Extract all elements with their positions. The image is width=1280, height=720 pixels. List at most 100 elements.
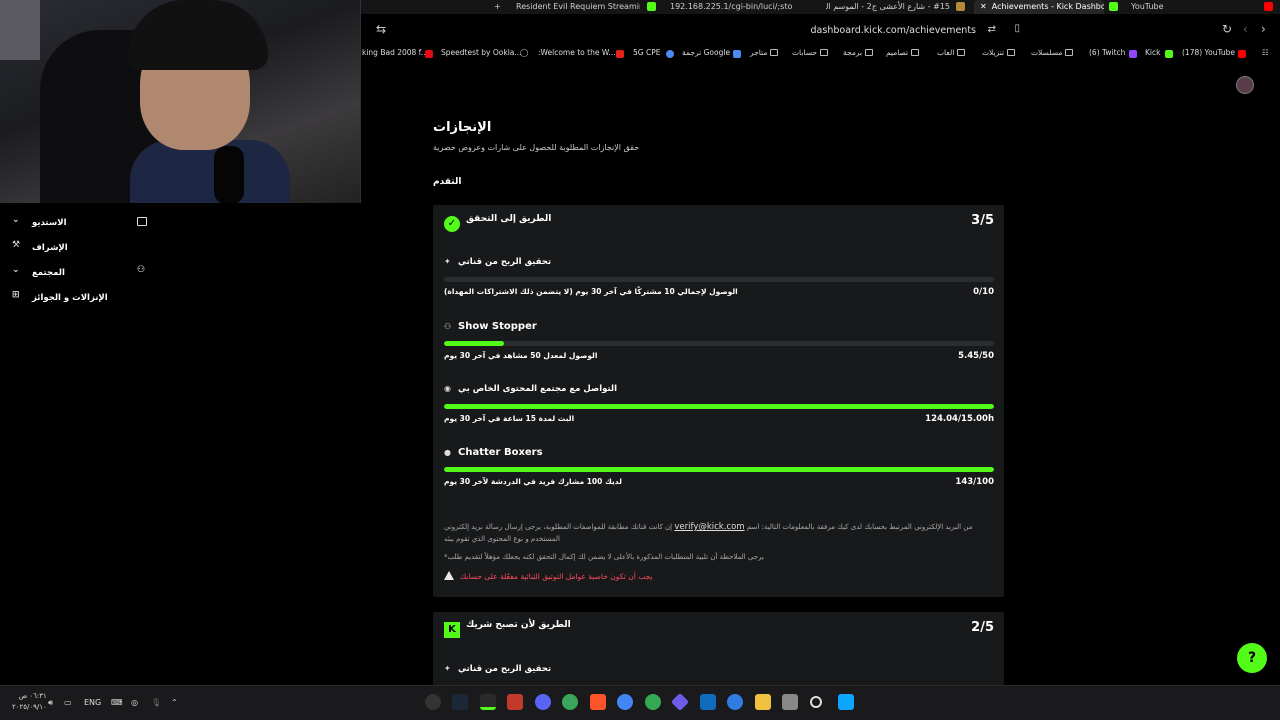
- google-icon: [666, 50, 674, 58]
- two-factor-warning: يجب أن تكون خاصية عوامل التوثيق الثنائية…: [444, 571, 652, 581]
- bookmark-item[interactable]: (178) YouTube: [1182, 48, 1235, 57]
- steam-icon[interactable]: [452, 694, 468, 710]
- card-count: 2/5: [971, 620, 994, 635]
- back-icon[interactable]: ›: [1261, 22, 1266, 36]
- bookmark-folder[interactable]: متاجر: [750, 48, 779, 57]
- speaker-icon[interactable]: 🔊︎: [48, 698, 53, 708]
- progress-bar: [444, 467, 994, 472]
- achievement-desc: الوصول لإجمالي 10 مشتركًا في آخر 30 يوم …: [444, 287, 738, 296]
- tab-achievements[interactable]: ✕ Achievements - Kick Dashboard: [974, 0, 1104, 14]
- achievement-desc: الوصول لمعدل 50 مشاهد في آخر 30 يوم: [444, 351, 598, 360]
- search-icon[interactable]: [810, 696, 822, 708]
- cam-background-light: [0, 0, 40, 60]
- sidebar-item-studio[interactable]: ⌄ الاستديو: [0, 210, 160, 235]
- tray-overflow-icon[interactable]: ⌃: [171, 698, 178, 707]
- bookmark-item[interactable]: Speedtest by Ookla...: [441, 48, 522, 57]
- gift-icon: ⊞: [12, 290, 20, 300]
- all-bookmarks-icon[interactable]: ☷: [1262, 48, 1269, 57]
- tab-router[interactable]: 192.168.225.1/cgi-bin/luci/;stok=6c4: [670, 0, 792, 14]
- chevron-down-icon: ⌄: [12, 215, 20, 225]
- display-icon[interactable]: ▭: [64, 698, 72, 707]
- brave-icon[interactable]: [590, 694, 606, 710]
- app-diamond-icon[interactable]: [670, 692, 690, 712]
- forward-icon[interactable]: ‹: [1243, 22, 1248, 36]
- bookmark-folder[interactable]: تنزيلات: [982, 48, 1016, 57]
- location-icon[interactable]: ◎: [131, 698, 138, 707]
- chrome-profile-icon[interactable]: [645, 694, 661, 710]
- help-chat-button[interactable]: ?: [1237, 643, 1267, 673]
- bookmark-folder[interactable]: مسلسلات: [1031, 48, 1074, 57]
- sidebar-item-label: الإنزالات و الجوائز: [32, 293, 108, 303]
- sidebar-item-moderation[interactable]: ⚒ الإشراف: [0, 235, 160, 260]
- achievement-value: 124.04/15.00h: [925, 414, 994, 424]
- progress-fill: [444, 467, 994, 472]
- netflix-icon: [425, 50, 433, 58]
- achievement-name: ✦ تحقيق الربح من قناتي: [444, 257, 551, 267]
- bookmark-folder-label: العاب: [937, 48, 955, 57]
- achievement-value: 5.45/50: [958, 351, 994, 361]
- folder-icon: [1065, 49, 1074, 56]
- discord-icon[interactable]: [535, 694, 551, 710]
- windows-start-icon[interactable]: [838, 694, 854, 710]
- bookmark-folder[interactable]: برمجة: [843, 48, 874, 57]
- bookmark-item[interactable]: Google ترجمة: [682, 48, 730, 57]
- verified-badge-icon: ✓: [444, 216, 460, 232]
- user-avatar[interactable]: [1236, 76, 1254, 94]
- achievement-name: ⚇ Show Stopper: [444, 321, 537, 332]
- address-bar[interactable]: dashboard.kick.com/achievements ⇄ ▯: [360, 20, 1030, 42]
- achievement-card-partner: K الطريق لأن تصبح شريك 2/5 ✦ تحقيق الربح م…: [433, 612, 1004, 692]
- bookmark-item[interactable]: :Welcome to the W...: [538, 48, 616, 57]
- achievement-card-verification: ✓ الطريق إلى التحقق 3/5 ✦ تحقيق الربح من ق…: [433, 205, 1004, 597]
- bookmark-item[interactable]: 5G CPE: [633, 48, 660, 57]
- verify-email-link[interactable]: verify@kick.com: [674, 522, 744, 532]
- bookmark-folder[interactable]: العاب: [937, 48, 966, 57]
- folder-icon: [1007, 49, 1016, 56]
- bookmark-folder-label: تصاميم: [886, 48, 909, 57]
- microphone-icon[interactable]: 🎙︎: [151, 698, 161, 707]
- clock-time: ٠٦:٣١ ص: [18, 692, 47, 700]
- site-settings-icon[interactable]: ⇄: [988, 24, 996, 35]
- bookmark-folder[interactable]: حسابات: [792, 48, 829, 57]
- taskbar-clock[interactable]: ٠٦:٣١ ص ٢٠٢٥/٠٩/١٠: [12, 691, 47, 713]
- bookmark-icon[interactable]: ▯: [1014, 23, 1020, 34]
- tab-resident-evil[interactable]: Resident Evil Requiem Streaming - Li: [516, 0, 640, 14]
- verification-note: إن كانت قناتك مطابقة للمواصفات المطلوبة،…: [444, 521, 984, 545]
- bookmark-item[interactable]: (6) Twitch: [1089, 48, 1125, 57]
- xbox-icon[interactable]: [562, 694, 578, 710]
- tab-series[interactable]: #15 - شارع الأعشى ج2 - الموسم الثاني: [826, 0, 950, 14]
- sidebar-item-drops[interactable]: ⊞ الإنزالات و الجوائز: [0, 285, 160, 310]
- progress-heading: التقدم: [433, 177, 462, 187]
- media-app-icon[interactable]: [507, 694, 523, 710]
- task-view-icon[interactable]: [782, 694, 798, 710]
- bookmark-item[interactable]: Kick: [1145, 48, 1160, 57]
- reload-icon[interactable]: ↻: [1222, 22, 1232, 36]
- translate-icon: [733, 50, 741, 58]
- browser-icon[interactable]: [727, 694, 743, 710]
- hammer-icon: ⚒: [12, 240, 21, 250]
- achievement-desc: لديك 100 مشارك فريد في الدردشة لآخر 30 ي…: [444, 477, 622, 486]
- bookmark-folder-label: مسلسلات: [1031, 48, 1063, 57]
- chrome-icon[interactable]: [617, 694, 633, 710]
- file-explorer-icon[interactable]: [755, 694, 771, 710]
- note-text: إن كانت قناتك مطابقة للمواصفات المطلوبة،…: [444, 523, 673, 531]
- outlook-icon[interactable]: [700, 694, 716, 710]
- sidebar-item-community[interactable]: ⌄ المجتمع ⚇: [0, 260, 160, 285]
- achievement-name-text: تحقيق الربح من قناتي: [458, 257, 552, 267]
- kick-app-icon[interactable]: [480, 694, 496, 710]
- bookmark-folder[interactable]: تصاميم: [886, 48, 920, 57]
- card-header: ✓ الطريق إلى التحقق: [444, 214, 551, 232]
- tab-youtube[interactable]: YouTube: [1131, 0, 1191, 14]
- bookmark-item[interactable]: king Bad 2008 f...: [362, 48, 428, 57]
- progress-bar: [444, 341, 994, 346]
- new-tab-button[interactable]: +: [494, 0, 501, 14]
- address-url[interactable]: dashboard.kick.com/achievements: [811, 25, 976, 36]
- sidebar-item-label: المجتمع: [32, 268, 65, 278]
- keyboard-icon[interactable]: ⌨: [111, 698, 123, 707]
- obs-icon[interactable]: [425, 694, 441, 710]
- achievement-value: 0/10: [973, 287, 994, 297]
- achievement-name-text: التواصل مع مجتمع المحتوى الخاص بي: [458, 384, 618, 394]
- language-indicator[interactable]: ENG: [84, 698, 101, 707]
- achievement-desc: البث لمدة 15 ساعة في آخر 30 يوم: [444, 414, 575, 423]
- broadcast-icon: ◉: [444, 384, 451, 393]
- kick-favicon-icon: [1109, 2, 1118, 11]
